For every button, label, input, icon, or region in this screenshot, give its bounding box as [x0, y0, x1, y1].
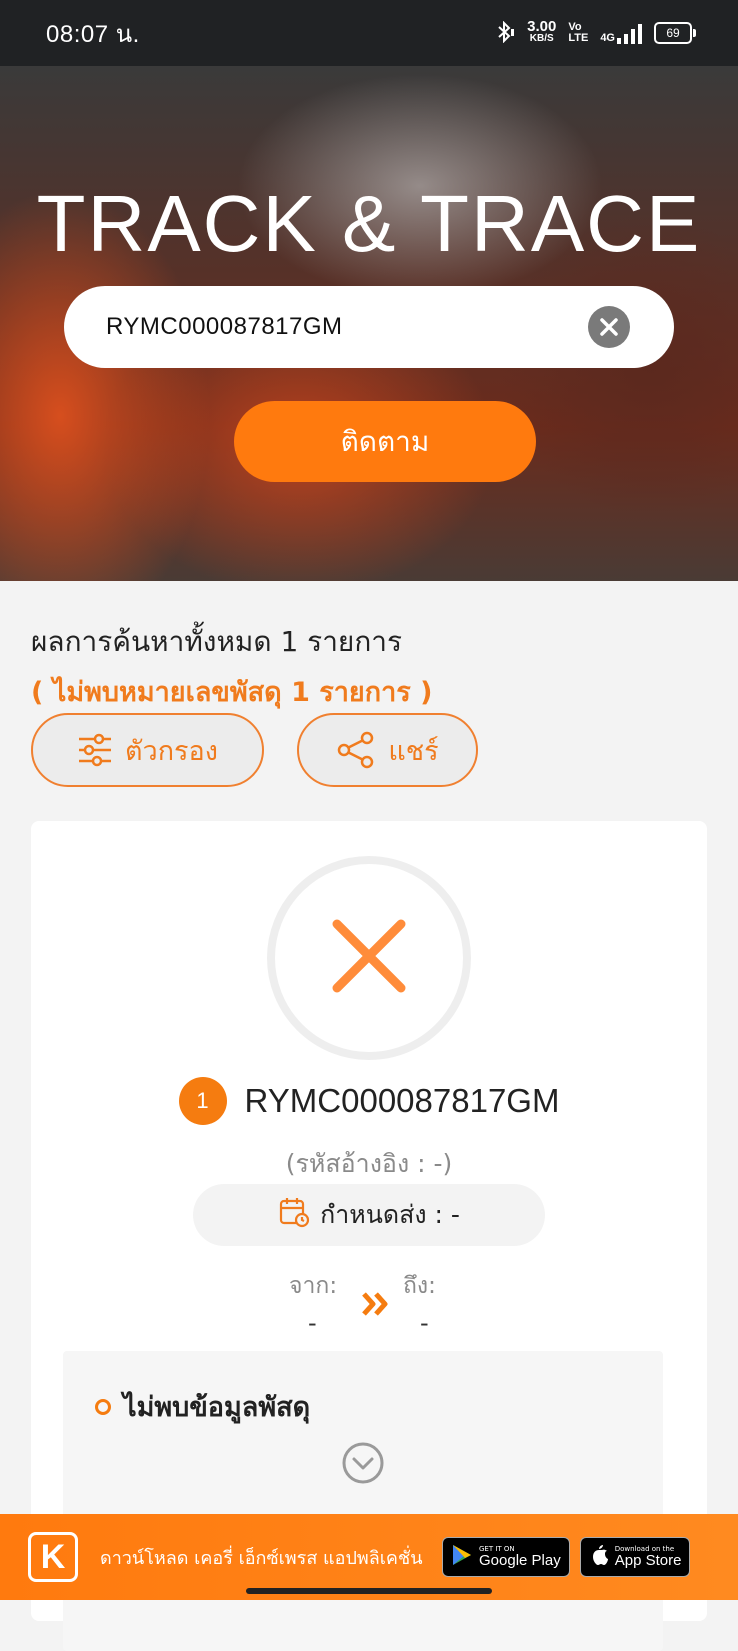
hero-banner: TRACK & TRACE ติดตาม — [0, 66, 738, 581]
kerry-logo: K — [28, 1532, 78, 1582]
bluetooth-icon — [495, 20, 515, 46]
filter-button[interactable]: ตัวกรอง — [31, 713, 264, 787]
calendar-icon — [278, 1196, 310, 1234]
status-bar: 08:07 น. 3.00 KB/S Vo LTE 4G 69 — [0, 0, 738, 66]
parcel-index-badge: 1 — [178, 1077, 227, 1125]
info-heading-text: ไม่พบข้อมูลพัสดุ — [123, 1392, 311, 1423]
expand-chevron-icon[interactable] — [341, 1441, 385, 1489]
status-icons: 3.00 KB/S Vo LTE 4G 69 — [495, 18, 696, 46]
parcel-info-panel: ไม่พบข้อมูลพัสดุ — [63, 1351, 663, 1651]
to-label: ถึง: — [403, 1273, 436, 1299]
filter-label: ตัวกรอง — [125, 735, 218, 767]
share-label: แชร์ — [388, 735, 439, 767]
app-store-button[interactable]: Download on the App Store — [579, 1537, 691, 1577]
home-indicator[interactable] — [246, 1588, 492, 1594]
not-found-summary: ( ไม่พบหมายเลขพัสดุ 1 รายการ ) — [31, 677, 433, 708]
from-label: จาก: — [289, 1273, 338, 1299]
clear-icon[interactable] — [588, 306, 630, 348]
parcel-header: 1 RYMC000087817GM — [31, 1077, 707, 1125]
page-title: TRACK & TRACE — [36, 179, 702, 268]
double-chevron-right-icon — [361, 1286, 391, 1326]
tracking-number-input[interactable] — [104, 312, 588, 342]
not-found-x-icon — [331, 918, 407, 998]
battery-icon: 69 — [654, 22, 696, 44]
network-speed: 3.00 KB/S — [527, 18, 557, 44]
share-button[interactable]: แชร์ — [297, 713, 478, 787]
google-play-button[interactable]: GET IT ON Google Play — [442, 1537, 570, 1577]
to-value: - — [420, 1309, 429, 1337]
status-circle — [267, 856, 471, 1060]
filter-icon — [77, 733, 113, 767]
search-box[interactable] — [64, 286, 674, 368]
reference-code: (รหัสอ้างอิง : -) — [285, 1149, 453, 1178]
result-summary: ผลการค้นหาทั้งหมด 1 รายการ — [31, 625, 403, 658]
track-button[interactable]: ติดตาม — [234, 401, 536, 482]
from-value: - — [308, 1309, 317, 1337]
apple-icon — [589, 1543, 609, 1571]
due-date-box: กำหนดส่ง : - — [193, 1184, 545, 1246]
clock: 08:07 น. — [46, 20, 140, 48]
share-icon — [336, 731, 376, 769]
volte-icon: Vo LTE — [568, 21, 589, 44]
parcel-number: RYMC000087817GM — [244, 1082, 560, 1119]
signal-icon: 4G — [600, 22, 642, 44]
banner-text: ดาวน์โหลด เคอรี่ เอ็กซ์เพรส แอปพลิเคชั่น — [100, 1547, 423, 1569]
bullet-icon — [95, 1398, 111, 1415]
due-date-text: กำหนดส่ง : - — [320, 1200, 460, 1229]
parcel-card: 1 RYMC000087817GM (รหัสอ้างอิง : -) กำหน… — [31, 821, 707, 1651]
google-play-icon — [451, 1543, 473, 1571]
info-heading: ไม่พบข้อมูลพัสดุ — [95, 1385, 310, 1428]
